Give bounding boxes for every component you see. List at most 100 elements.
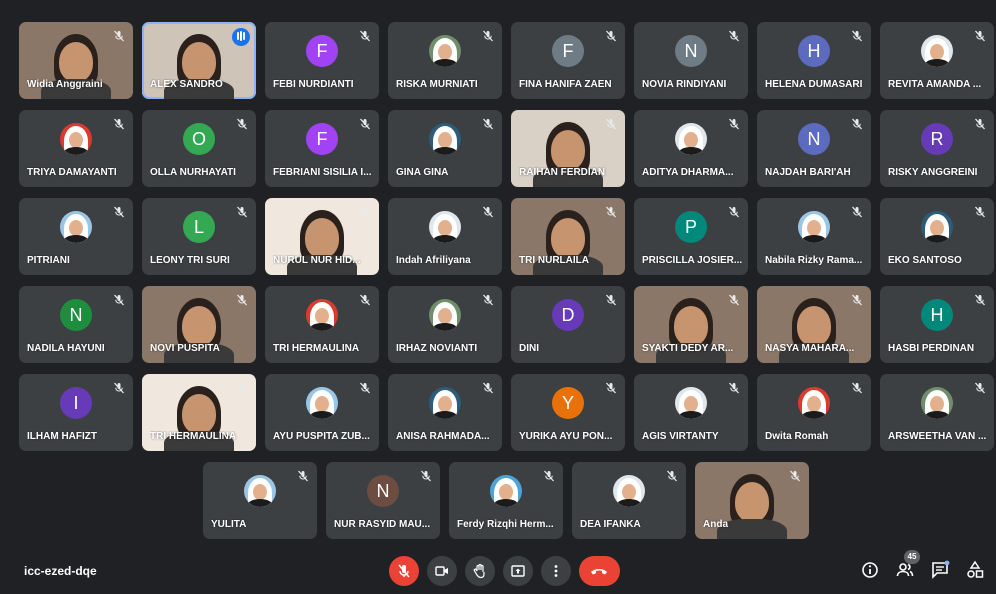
mic-muted-icon — [729, 294, 739, 306]
participant-tile-risky-anggreini[interactable]: R RISKY ANGGREINI — [880, 110, 994, 187]
participant-name: Dwita Romah — [765, 431, 829, 442]
participant-tile-ayu-puspita-zub[interactable]: AYU PUSPITA ZUB... — [265, 374, 379, 451]
participant-tile-agis-virtanty[interactable]: AGIS VIRTANTY — [634, 374, 748, 451]
participant-tile-ferdy-rizqhi-herm[interactable]: Ferdy Rizqhi Herm... — [449, 462, 563, 539]
participant-name: TRI HERMAULINA — [273, 343, 360, 354]
avatar-photo — [429, 35, 461, 67]
participant-name: PRISCILLA JOSIER... — [642, 255, 743, 266]
mic-muted-icon — [483, 294, 493, 306]
participant-name: EKO SANTOSO — [888, 255, 962, 266]
participant-tile-nabila-rizky-rama[interactable]: Nabila Rizky Rama... — [757, 198, 871, 275]
participant-tile-widia-anggraini[interactable]: Widia Anggraini — [19, 22, 133, 99]
participant-name: OLLA NURHAYATI — [150, 167, 236, 178]
participant-tile-fina-hanifa-zaen[interactable]: F FINA HANIFA ZAEN — [511, 22, 625, 99]
avatar-photo-body — [309, 323, 335, 331]
participant-tile-yurika-ayu-pon[interactable]: Y YURIKA AYU PON... — [511, 374, 625, 451]
camera-toggle-button[interactable] — [427, 556, 457, 586]
participant-tile-nasya-mahara[interactable]: NASYA MAHARA... — [757, 286, 871, 363]
avatar-photo — [613, 475, 645, 507]
mic-muted-icon — [360, 118, 370, 130]
participant-tile-febi-nurdianti[interactable]: F FEBI NURDIANTI — [265, 22, 379, 99]
avatar-photo-face — [69, 220, 83, 236]
participant-tile-pitriani[interactable]: PITRIANI — [19, 198, 133, 275]
participant-tile-tri-hermaulina[interactable]: TRI HERMAULINA — [265, 286, 379, 363]
participant-tile-febriani-sisilia-i[interactable]: F FEBRIANI SISILIA I... — [265, 110, 379, 187]
participant-tile-gina-gina[interactable]: GINA GINA — [388, 110, 502, 187]
participant-tile-najdah-bari-ah[interactable]: N NAJDAH BARI'AH — [757, 110, 871, 187]
participant-tile-dea-ifanka[interactable]: DEA IFANKA — [572, 462, 686, 539]
participant-tile-nur-rasyid-mau[interactable]: N NUR RASYID MAU... — [326, 462, 440, 539]
participant-tile-hasbi-perdinan[interactable]: H HASBI PERDINAN — [880, 286, 994, 363]
participant-tile-nadila-hayuni[interactable]: N NADILA HAYUNI — [19, 286, 133, 363]
participant-tile-irhaz-novianti[interactable]: IRHAZ NOVIANTI — [388, 286, 502, 363]
avatar-photo-face — [438, 396, 452, 412]
participant-tile-syakti-dedy-ar[interactable]: SYAKTI DEDY AR... — [634, 286, 748, 363]
participant-tile-tri-nurlaila[interactable]: TRI NURLAILA — [511, 198, 625, 275]
avatar-photo-body — [63, 147, 89, 155]
participant-tile-revita-amanda[interactable]: REVITA AMANDA ... — [880, 22, 994, 99]
avatar-photo — [429, 299, 461, 331]
participant-tile-triya-damayanti[interactable]: TRIYA DAMAYANTI — [19, 110, 133, 187]
participant-tile-dwita-romah[interactable]: Dwita Romah — [757, 374, 871, 451]
video-person-face — [59, 42, 93, 82]
avatar-photo-body — [432, 147, 458, 155]
participant-tile-eko-santoso[interactable]: EKO SANTOSO — [880, 198, 994, 275]
avatar-photo-face — [438, 220, 452, 236]
end-call-button[interactable] — [579, 556, 620, 586]
participant-tile-yulita[interactable]: YULITA — [203, 462, 317, 539]
raise-hand-button[interactable] — [465, 556, 495, 586]
more-options-icon — [554, 565, 558, 577]
mic-muted-icon — [975, 294, 985, 306]
participant-name: AGIS VIRTANTY — [642, 431, 719, 442]
participant-tile-arsweetha-van[interactable]: ARSWEETHA VAN ... — [880, 374, 994, 451]
participant-tile-helena-dumasari[interactable]: H HELENA DUMASARI — [757, 22, 871, 99]
participant-name: IRHAZ NOVIANTI — [396, 343, 478, 354]
mic-muted-icon — [360, 30, 370, 42]
activities-button[interactable] — [965, 560, 987, 582]
participant-tile-indah-afriliyana[interactable]: Indah Afriliyana — [388, 198, 502, 275]
participant-name: RAIHAN FERDIAN — [519, 167, 606, 178]
mic-muted-icon — [606, 294, 616, 306]
avatar-letter: N — [675, 35, 707, 67]
participant-name: YULITA — [211, 519, 247, 530]
chat-button[interactable] — [930, 560, 952, 582]
participant-tile-dini[interactable]: D DINI — [511, 286, 625, 363]
avatar-photo-body — [309, 411, 335, 419]
mic-muted-icon — [114, 118, 124, 130]
participant-tile-anisa-rahmada[interactable]: ANISA RAHMADA... — [388, 374, 502, 451]
avatar-letter: F — [306, 35, 338, 67]
avatar-photo — [921, 35, 953, 67]
participant-tile-riska-murniati[interactable]: RISKA MURNIATI — [388, 22, 502, 99]
avatar-photo-body — [432, 323, 458, 331]
participant-tile-aditya-dharma[interactable]: ADITYA DHARMA... — [634, 110, 748, 187]
mic-toggle-button[interactable] — [389, 556, 419, 586]
participant-tile-novi-puspita[interactable]: NOVI PUSPITA — [142, 286, 256, 363]
mic-muted-icon — [729, 206, 739, 218]
avatar-photo-body — [616, 499, 642, 507]
present-button[interactable] — [503, 556, 533, 586]
participant-tile-olla-nurhayati[interactable]: O OLLA NURHAYATI — [142, 110, 256, 187]
people-button[interactable] — [895, 560, 917, 582]
avatar-letter: L — [183, 211, 215, 243]
participant-tile-tri-hermaulina[interactable]: TRI HERMAULINA — [142, 374, 256, 451]
participant-name: Nabila Rizky Rama... — [765, 255, 863, 266]
video-person-face — [182, 394, 216, 434]
participant-tile-priscilla-josier[interactable]: P PRISCILLA JOSIER... — [634, 198, 748, 275]
avatar-photo-face — [438, 44, 452, 60]
more-options-button[interactable] — [541, 556, 571, 586]
participant-tile-raihan-ferdian[interactable]: RAIHAN FERDIAN — [511, 110, 625, 187]
avatar-photo — [675, 123, 707, 155]
participant-tile-alex-sandro[interactable]: ALEX SANDRO — [142, 22, 256, 99]
participant-name: Widia Anggraini — [27, 79, 103, 90]
meeting-grid: Widia Anggraini ALEX SANDRO F FEBI NURDIANT… — [8, 10, 994, 594]
avatar-photo — [798, 387, 830, 419]
meeting-info-button[interactable] — [860, 560, 882, 582]
participant-tile-anda[interactable]: Anda — [695, 462, 809, 539]
participant-tile-ilham-hafizt[interactable]: I ILHAM HAFIZT — [19, 374, 133, 451]
participant-tile-nurul-nur-hid[interactable]: NURUL NUR HID... — [265, 198, 379, 275]
participant-tile-leony-tri-suri[interactable]: L LEONY TRI SURI — [142, 198, 256, 275]
participant-name: NASYA MAHARA... — [765, 343, 855, 354]
mic-muted-icon — [729, 30, 739, 42]
avatar-photo — [306, 387, 338, 419]
participant-tile-novia-rindiyani[interactable]: N NOVIA RINDIYANI — [634, 22, 748, 99]
